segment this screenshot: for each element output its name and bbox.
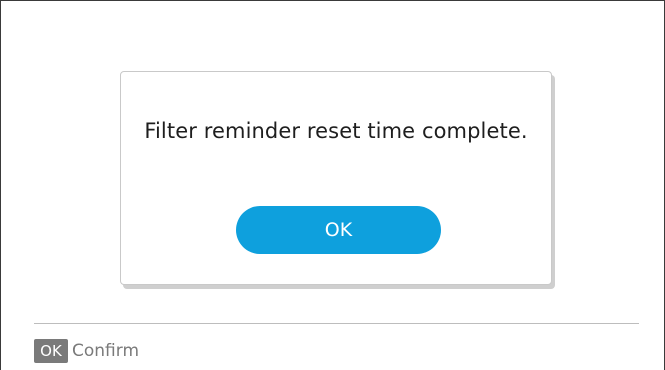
footer-hint: OK Confirm — [34, 339, 139, 363]
ok-key-badge: OK — [34, 339, 68, 363]
confirm-hint-label: Confirm — [72, 341, 140, 361]
confirmation-dialog: Filter reminder reset time complete. OK — [120, 71, 552, 285]
ok-button[interactable]: OK — [236, 206, 441, 254]
dialog-message: Filter reminder reset time complete. — [144, 119, 528, 143]
screen: Filter reminder reset time complete. OK … — [0, 0, 665, 370]
footer-divider — [34, 323, 639, 324]
